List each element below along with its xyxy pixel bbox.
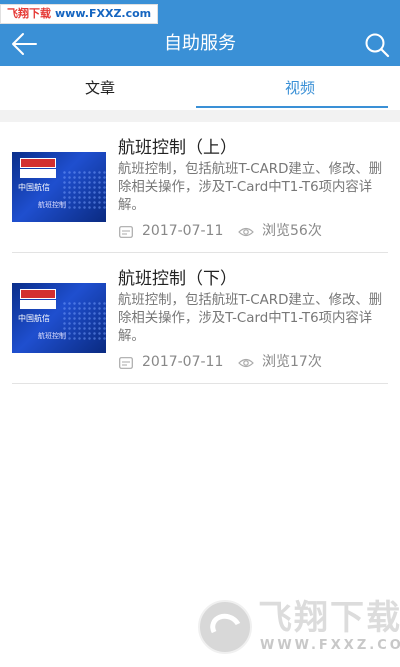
watermark-logo-swoosh: [206, 609, 246, 647]
tab-bar: 文章 视频: [0, 66, 400, 110]
video-description: 航班控制，包括航班T-CARD建立、修改、删除相关操作，涉及T-Card中T1-…: [118, 162, 383, 213]
watermark-brand-large: 飞翔下载: [258, 598, 400, 638]
thumbnail-logo: [20, 158, 56, 168]
search-icon[interactable]: [364, 32, 390, 58]
tab-separator: [0, 110, 400, 122]
thumbnail-subtitle: 航班控制: [38, 201, 66, 209]
watermark-logo-icon: [198, 600, 252, 654]
video-thumbnail: 中国航信 航班控制: [12, 152, 106, 222]
tab-articles[interactable]: 文章: [0, 66, 200, 110]
tab-videos[interactable]: 视频: [200, 66, 400, 110]
page-title: 自助服务: [164, 33, 236, 54]
thumbnail-subtitle: 航班控制: [38, 332, 66, 340]
thumbnail-pattern: [62, 301, 106, 341]
thumbnail-logo: [20, 289, 56, 299]
calendar-icon: [119, 226, 133, 238]
watermark-url: www.FXXZ.com: [55, 7, 152, 20]
thumbnail-logo-bar: [20, 169, 56, 178]
thumbnail-title: 中国航信: [18, 183, 50, 192]
thumbnail-logo-bar: [20, 300, 56, 309]
video-thumbnail: 中国航信 航班控制: [12, 283, 106, 353]
publish-date: 2017-07-11: [142, 223, 224, 239]
eye-icon: [238, 227, 254, 237]
video-title: 航班控制（下）: [118, 269, 237, 289]
video-list-item[interactable]: 中国航信 航班控制 航班控制（上） 航班控制，包括航班T-CARD建立、修改、删…: [0, 122, 400, 253]
watermark-bottom: 飞翔下载 WWW.FXXZ.COM: [198, 598, 400, 660]
view-count: 浏览17次: [262, 354, 322, 370]
watermark-url-small: WWW.FXXZ.COM: [260, 638, 400, 653]
video-list-item[interactable]: 中国航信 航班控制 航班控制（下） 航班控制，包括航班T-CARD建立、修改、删…: [0, 253, 400, 384]
watermark-top: 飞翔下载 www.FXXZ.com: [0, 4, 159, 24]
watermark-brand: 飞翔下载: [7, 7, 51, 20]
eye-icon: [238, 358, 254, 368]
thumbnail-pattern: [62, 170, 106, 210]
divider: [12, 383, 388, 384]
video-title: 航班控制（上）: [118, 138, 237, 158]
publish-date: 2017-07-11: [142, 354, 224, 370]
active-tab-indicator: [196, 106, 388, 108]
video-description: 航班控制，包括航班T-CARD建立、修改、删除相关操作，涉及T-Card中T1-…: [118, 293, 383, 344]
calendar-icon: [119, 357, 133, 369]
thumbnail-title: 中国航信: [18, 314, 50, 323]
view-count: 浏览56次: [262, 223, 322, 239]
